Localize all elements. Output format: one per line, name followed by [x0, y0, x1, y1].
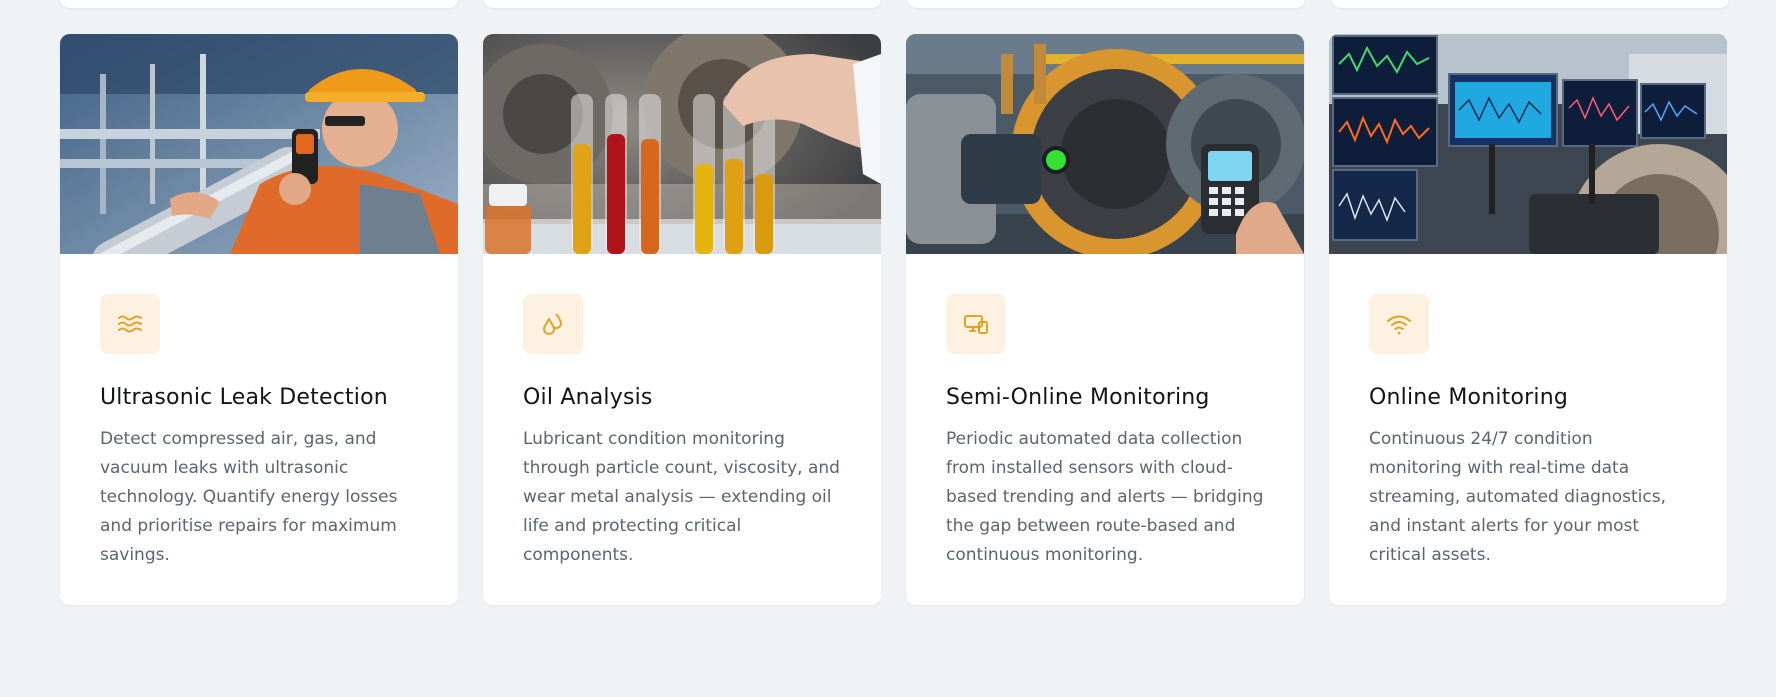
- sound-waves-icon: [118, 315, 142, 333]
- previous-card-edge: [60, 0, 458, 8]
- service-description: Detect compressed air, gas, and vacuum l…: [100, 429, 398, 565]
- previous-card-edge: [1331, 0, 1729, 8]
- service-description: Periodic automated data collection from …: [946, 429, 1264, 565]
- oil-sample-test-tubes-photo: [483, 34, 881, 254]
- monitoring-screens-photo: [1329, 34, 1727, 254]
- service-title: Online Monitoring: [1369, 385, 1569, 410]
- service-card-online-monitoring[interactable]: Online Monitoring Continuous 24/7 condit…: [1329, 34, 1727, 605]
- icon-container: [523, 294, 583, 354]
- service-title: Oil Analysis: [523, 385, 653, 410]
- previous-card-edge: [907, 0, 1305, 8]
- service-card-oil-analysis[interactable]: Oil Analysis Lubricant condition monitor…: [483, 34, 881, 605]
- service-title: Semi-Online Monitoring: [946, 385, 1210, 410]
- icon-container: [946, 294, 1006, 354]
- services-page: Ultrasonic Leak Detection Detect compres…: [0, 0, 1776, 697]
- droplets-icon: [543, 313, 562, 335]
- service-card-ultrasonic-leak-detection[interactable]: Ultrasonic Leak Detection Detect compres…: [60, 34, 458, 605]
- technician-with-ultrasonic-detector-photo: [60, 34, 458, 254]
- service-description: Continuous 24/7 condition monitoring wit…: [1369, 429, 1666, 565]
- service-description: Lubricant condition monitoring through p…: [523, 429, 840, 565]
- icon-container: [1369, 294, 1429, 354]
- devices-icon: [964, 315, 988, 334]
- wifi-icon: [1387, 315, 1411, 335]
- service-card-semi-online-monitoring[interactable]: Semi-Online Monitoring Periodic automate…: [906, 34, 1304, 605]
- service-title: Ultrasonic Leak Detection: [100, 385, 388, 410]
- icon-container: [100, 294, 160, 354]
- handheld-data-collector-photo: [906, 34, 1304, 254]
- previous-card-edge: [483, 0, 881, 8]
- services-grid: Ultrasonic Leak Detection Detect compres…: [60, 34, 1727, 605]
